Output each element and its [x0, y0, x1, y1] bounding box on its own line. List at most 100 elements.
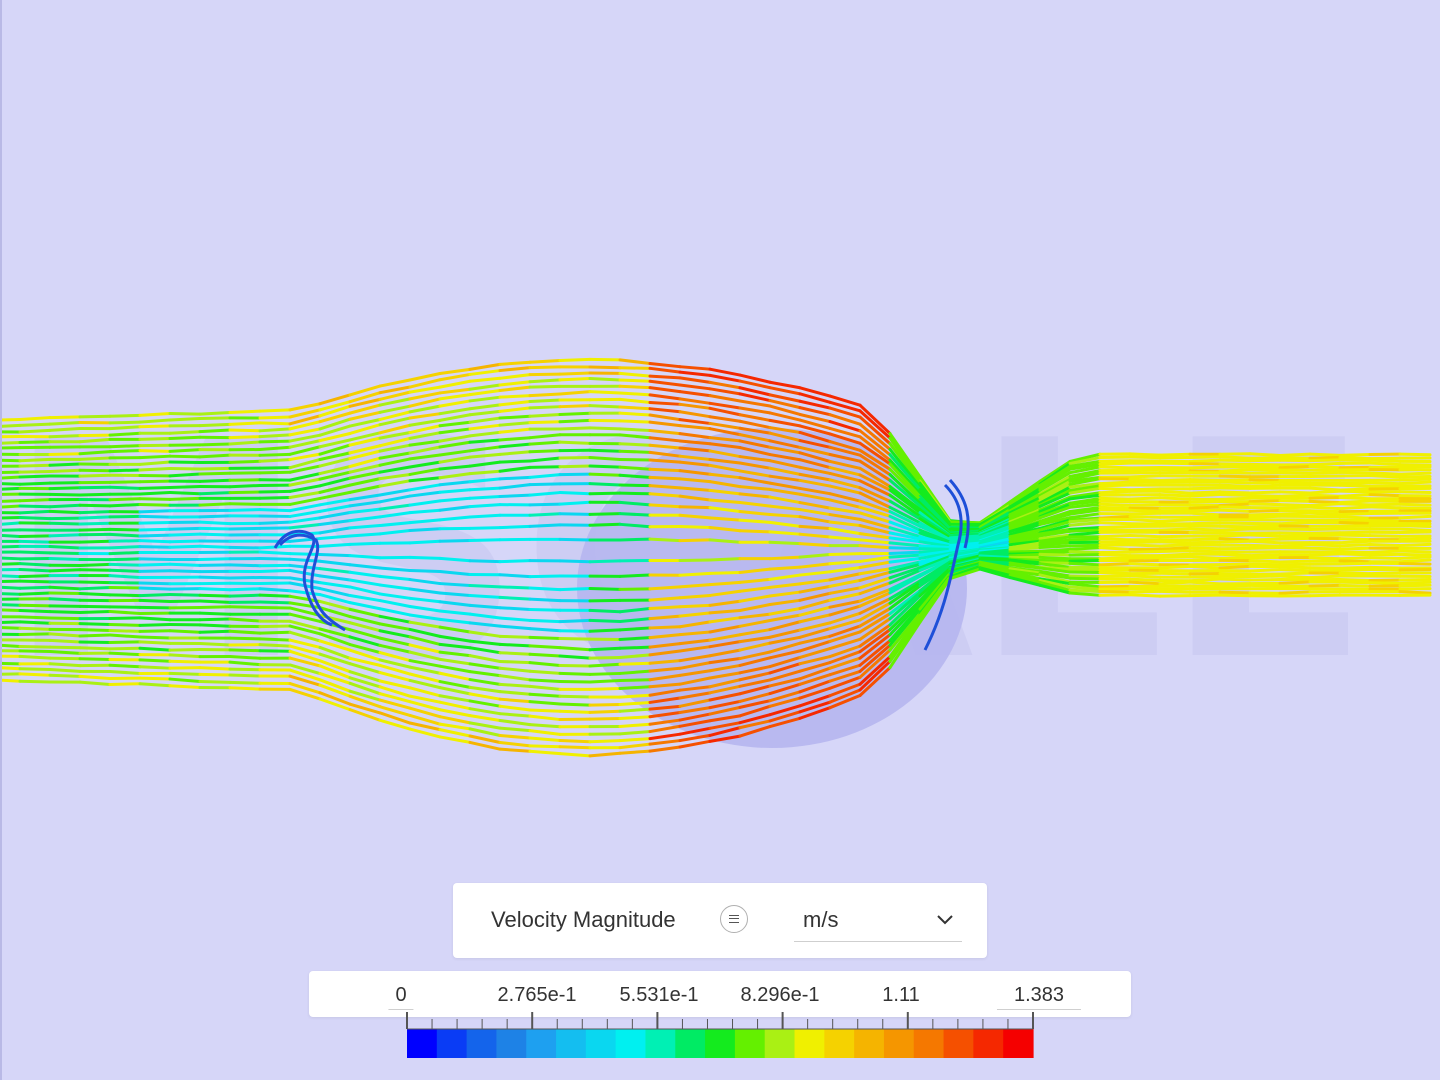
streamline-segment [738, 529, 772, 534]
streamline-segment [1218, 480, 1252, 485]
streamline-segment [1248, 543, 1282, 548]
streamline-segment [1098, 480, 1132, 486]
streamline-segment [78, 646, 112, 651]
streamline-segment [48, 421, 82, 426]
unit-dropdown[interactable]: m/s [794, 897, 962, 942]
streamline-segment [138, 539, 172, 544]
streamline-segment [1368, 581, 1402, 585]
streamline-segment [198, 411, 232, 416]
streamline-segment [1128, 467, 1162, 472]
list-icon[interactable] [720, 905, 748, 933]
streamline-segment [1398, 471, 1432, 476]
streamline-segment [1398, 555, 1432, 560]
streamline-segment [1398, 477, 1432, 482]
streamline-segment [0, 486, 22, 491]
streamline-segment [1158, 546, 1192, 551]
streamline-segment [138, 592, 172, 598]
streamline-segment [528, 405, 562, 410]
streamline-segment [468, 584, 502, 589]
streamline-segment [1008, 549, 1042, 554]
streamline-segment [1158, 549, 1192, 553]
streamline-segment [648, 503, 682, 509]
streamline-segment [1248, 578, 1282, 582]
streamline-segment [498, 360, 532, 366]
streamline-segment [498, 741, 532, 748]
streamline-segment [78, 510, 112, 515]
streamline-segment [168, 526, 202, 531]
streamline-segment [168, 671, 202, 676]
streamline-segment [258, 593, 292, 598]
streamline-segment [198, 575, 232, 580]
streamline-segment [1248, 467, 1282, 472]
streamline-segment [228, 502, 262, 506]
streamline-segment [198, 453, 232, 459]
streamline-segment [408, 555, 442, 560]
streamline-segment [18, 591, 52, 596]
streamline-segment [228, 617, 262, 623]
streamline-segment [558, 500, 592, 506]
streamline-segment [198, 557, 232, 561]
streamline-segment [558, 618, 592, 624]
streamline-segment [558, 464, 592, 469]
streamline-segment [498, 595, 532, 601]
streamline-segment [1188, 505, 1222, 510]
streamline-segment [1338, 556, 1372, 561]
streamline-segment [258, 587, 292, 593]
streamline-segment [1158, 571, 1192, 576]
streamline-segment [1368, 534, 1402, 538]
streamline-segment [558, 357, 592, 362]
streamline-segment [1278, 574, 1312, 580]
streamline-segment [1098, 521, 1132, 526]
streamline-segment [1398, 536, 1432, 542]
streamline-segment [528, 736, 562, 742]
streamline-segment [1218, 474, 1252, 479]
color-scale-swatch [645, 1029, 676, 1058]
streamline-segment [1278, 568, 1312, 573]
streamline-segment [1278, 571, 1312, 576]
color-scale-swatch [883, 1029, 915, 1058]
streamline-segment [108, 663, 142, 669]
streamline-segment [1398, 542, 1432, 548]
streamline-segment [648, 745, 682, 753]
streamline-segment [1068, 574, 1102, 579]
streamline-segment [1338, 515, 1372, 520]
streamline-segment [168, 544, 202, 549]
streamline-segment [708, 557, 742, 562]
streamline-segment [108, 485, 142, 490]
streamline-segment [108, 413, 142, 418]
streamline-segment [468, 740, 502, 751]
streamline-segment [18, 603, 52, 608]
streamline-segment [1398, 502, 1432, 507]
streamline-segment [78, 674, 112, 681]
streamline-segment [258, 649, 292, 653]
streamline-segment [48, 604, 82, 608]
streamline-segment [48, 616, 82, 621]
streamline-segment [48, 597, 82, 602]
streamline-segment [1248, 568, 1282, 573]
streamline-segment [1128, 514, 1162, 519]
streamline-segment [1128, 556, 1162, 560]
streamline-segment [558, 371, 592, 376]
streamline-segment [528, 502, 562, 507]
streamline-segment [1368, 474, 1402, 479]
streamline-segment [1338, 565, 1372, 570]
streamline-segment [648, 366, 682, 374]
streamline-segment [1218, 564, 1252, 570]
streamline-segment [18, 626, 52, 631]
streamline-segment [1398, 514, 1432, 520]
streamline-segment [588, 608, 622, 614]
streamline-segment [198, 544, 232, 549]
streamline-segment [48, 556, 82, 562]
streamline-segment [318, 542, 352, 548]
streamline-segment [198, 428, 232, 434]
streamline-segment [468, 369, 502, 376]
streamline-segment [498, 559, 532, 564]
streamline-segment [138, 616, 172, 622]
streamline-segment [588, 390, 622, 395]
streamline-segment [1158, 594, 1192, 598]
streamline-segment [18, 539, 52, 544]
scale-tick-label[interactable]: 1.383 [996, 984, 1082, 1010]
streamline-segment [1248, 456, 1282, 460]
streamline-segment [258, 508, 292, 513]
streamline-segment [1308, 527, 1342, 531]
